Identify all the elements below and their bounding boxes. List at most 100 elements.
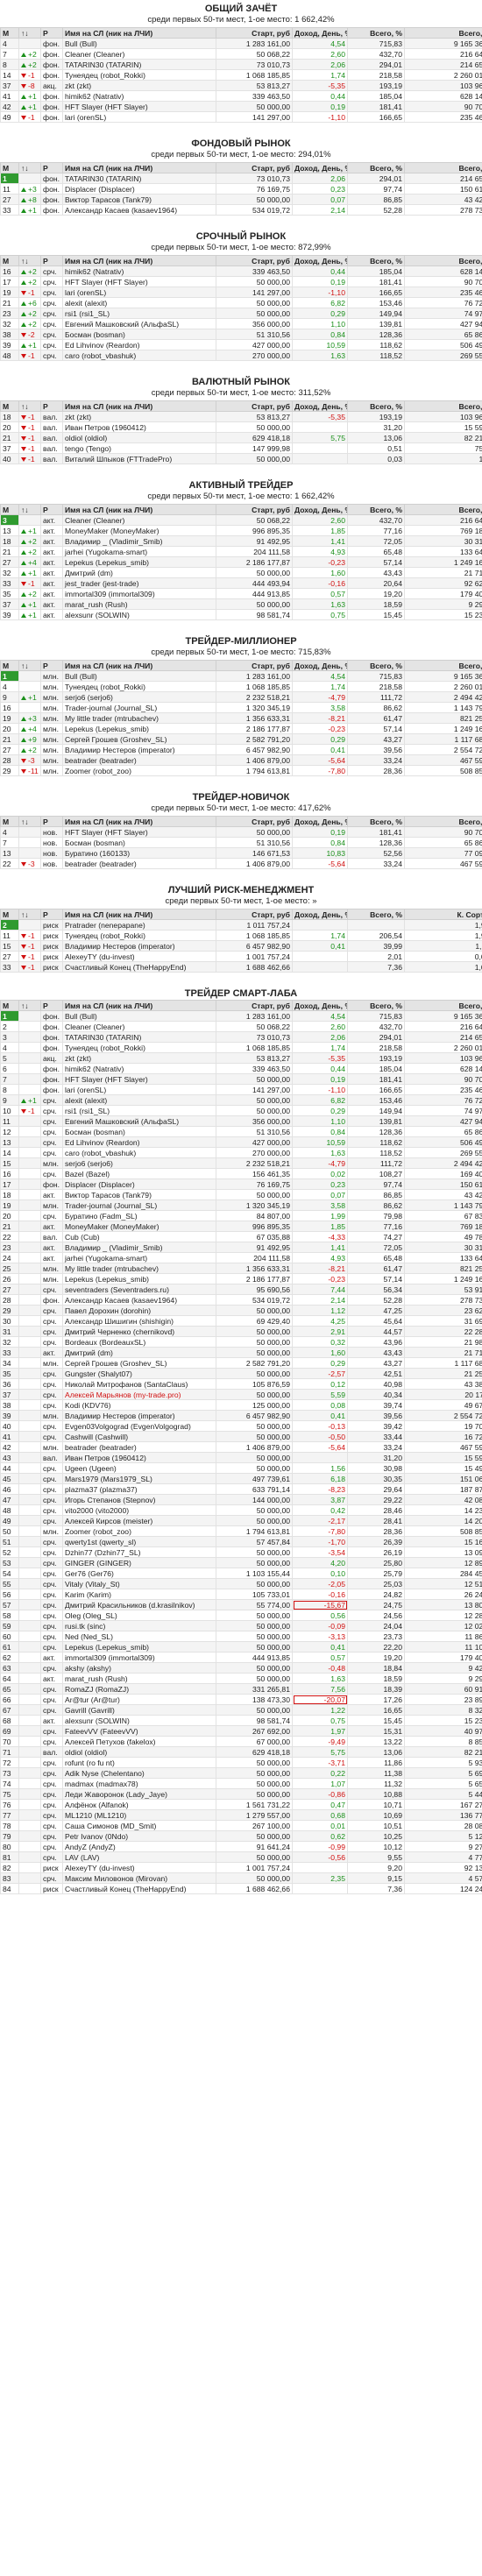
table-row[interactable]: 38 срч. Kodi (KDV76) 125 000,00 0,08 39,74 49 …	[0, 1399, 482, 1411]
cell-name[interactable]: Cleaner (Cleaner)	[62, 1021, 216, 1032]
table-row[interactable]: 16 срч. Bazel (Bazel) 156 461,35 0,02 108,27 1…	[0, 1168, 482, 1179]
table-row[interactable]: 80 срч. AndyZ (AndyZ) 91 641,24 -0,99 10,12 9 …	[0, 1841, 482, 1852]
table-row[interactable]: 35 срч. Gungster (Shalyt07) 50 000,00 -2,57 4…	[0, 1368, 482, 1379]
cell-name[interactable]: Евгений Машковский (АльфаSL)	[62, 318, 216, 329]
column-header-total-rub[interactable]: Всего, руб	[404, 816, 482, 827]
cell-name[interactable]: Сергей Грошев (Groshev_SL)	[62, 1357, 216, 1369]
cell-name[interactable]: My little trader (mtrubachev)	[62, 1263, 216, 1274]
table-row[interactable]: 14 -1 фон. Тунеядец (robot_Rokki) 1 068 185,…	[0, 69, 482, 81]
cell-name[interactable]: tengo (Tengo)	[62, 442, 216, 454]
table-row[interactable]: 32 +2 срч. Евгений Машковский (АльфаSL) 356 …	[0, 318, 482, 329]
column-header-day[interactable]: Доход, День, %	[292, 504, 348, 515]
cell-name[interactable]: Bull (Bull)	[62, 670, 216, 682]
cell-name[interactable]: Босман (bosman)	[62, 837, 216, 848]
table-row[interactable]: 58 срч. Oleg (Oleg_SL) 50 000,00 0,56 24,56 12…	[0, 1610, 482, 1621]
table-row[interactable]: 71 вал. oldiol (oldiol) 629 418,18 5,75 13,06…	[0, 1746, 482, 1758]
table-row[interactable]: 31 срч. Дмитрий Черненко (chernikovd) 50 00…	[0, 1326, 482, 1337]
table-row[interactable]: 19 -1 срч. lari (orenSL) 141 297,00 -1,10 166,…	[0, 287, 482, 298]
table-row[interactable]: 20 +4 млн. Lepekus (Lepekus_smib) 2 186 177,…	[0, 723, 482, 734]
column-header-market[interactable]: Р	[40, 1000, 63, 1011]
cell-name[interactable]: seventraders (Seventraders.ru)	[62, 1284, 216, 1295]
cell-name[interactable]: Дмитрий (dm)	[62, 1347, 216, 1358]
cell-name[interactable]: Тунеядец (robot_Rokki)	[62, 681, 216, 692]
table-row[interactable]: 43 вал. Иван Петров (1960412) 50 000,00 31,2…	[0, 1452, 482, 1463]
table-row[interactable]: 57 срч. Дмитрий Красильников (d.krasilniko…	[0, 1599, 482, 1610]
cell-name[interactable]: marat_rush (Rush)	[62, 598, 216, 610]
cell-name[interactable]: Евгений Машковский (АльфаSL)	[62, 1115, 216, 1127]
column-header-total-pct[interactable]: Всего, %	[347, 400, 405, 412]
table-row[interactable]: 33 -1 риск Счастливый Конец (TheHappyEnd) 1 …	[0, 961, 482, 973]
table-row[interactable]: 61 срч. Lepekus (Lepekus_smib) 50 000,00 0,4…	[0, 1641, 482, 1652]
table-row[interactable]: 4 фон. Тунеядец (robot_Rokki) 1 068 185,85 1…	[0, 1042, 482, 1053]
table-row[interactable]: 32 срч. Bordeaux (BordeauxSL) 50 000,00 0,32…	[0, 1336, 482, 1348]
cell-name[interactable]: Владимир _ (Vladimir_Smib)	[62, 535, 216, 547]
cell-name[interactable]: Алексей Марьянов (my-trade.pro)	[62, 1389, 216, 1400]
table-row[interactable]: 79 срч. Petr Ivanov (0Ndo) 50 000,00 0,62 10,…	[0, 1830, 482, 1842]
cell-name[interactable]: Дмитрий Красильников (d.krasilnikov)	[62, 1599, 216, 1610]
cell-name[interactable]: Oleg (Oleg_SL)	[62, 1610, 216, 1621]
column-header-name[interactable]: Имя на СЛ (ник на ЛЧИ)	[62, 400, 216, 412]
table-row[interactable]: 39 +1 акт. alexsunr (SOLWIN) 98 581,74 0,75 15…	[0, 609, 482, 620]
cell-name[interactable]: My little trader (mtrubachev)	[62, 712, 216, 724]
column-header-name[interactable]: Имя на СЛ (ник на ЛЧИ)	[62, 909, 216, 920]
column-header-change[interactable]: ↑↓	[18, 162, 41, 173]
column-header-place[interactable]: М	[0, 1000, 19, 1011]
column-header-change[interactable]: ↑↓	[18, 27, 41, 39]
column-header-market[interactable]: Р	[40, 27, 63, 39]
table-row[interactable]: 18 +2 акт. Владимир _ (Vladimir_Smib) 91 492…	[0, 535, 482, 547]
table-row[interactable]: 17 фон. Displacer (Displacer) 76 169,75 0,23…	[0, 1178, 482, 1190]
cell-name[interactable]: HFT Slayer (HFT Slayer)	[62, 1073, 216, 1085]
column-header-change[interactable]: ↑↓	[18, 1000, 41, 1011]
table-row[interactable]: 16 +2 срч. himik62 (Natrativ) 339 463,50 0,44…	[0, 265, 482, 277]
table-row[interactable]: 52 срч. Dzhin77 (Dzhin77_SL) 50 000,00 -3,54…	[0, 1546, 482, 1558]
cell-name[interactable]: Виктор Тарасов (Tank79)	[62, 194, 216, 205]
cell-name[interactable]: AlexeyTY (du-invest)	[62, 951, 216, 962]
cell-name[interactable]: RomaZJ (RomaZJ)	[62, 1683, 216, 1695]
column-header-market[interactable]: Р	[40, 909, 63, 920]
cell-name[interactable]: Дмитрий (dm)	[62, 567, 216, 578]
table-row[interactable]: 77 срч. ML1210 (ML1210) 1 279 557,00 0,68 10,…	[0, 1809, 482, 1821]
table-row[interactable]: 13 срч. Ed Lihvinov (Reardon) 427 000,00 10,…	[0, 1136, 482, 1148]
cell-name[interactable]: Cleaner (Cleaner)	[62, 514, 216, 526]
cell-name[interactable]: Cub (Cub)	[62, 1231, 216, 1242]
table-row[interactable]: 10 -1 срч. rsi1 (rsi1_SL) 50 000,00 0,29 149,9…	[0, 1105, 482, 1116]
table-row[interactable]: 62 акт. immortal309 (immortal309) 444 913,8…	[0, 1652, 482, 1663]
table-row[interactable]: 28 фон. Александр Касаев (kasaev1964) 534 0…	[0, 1294, 482, 1306]
cell-name[interactable]: qwerty1st (qwerty_sl)	[62, 1536, 216, 1547]
cell-name[interactable]: Тунеядец (robot_Rokki)	[62, 69, 216, 81]
table-row[interactable]: 19 +3 млн. My little trader (mtrubachev) 1 3…	[0, 712, 482, 724]
cell-name[interactable]: beatrader (beatrader)	[62, 754, 216, 766]
table-row[interactable]: 5 акц.zkt (zkt)53 813,27-5,35193,19103 96…	[0, 1052, 482, 1064]
table-row[interactable]: 21 акт. MoneyMaker (MoneyMaker) 996 895,35 1…	[0, 1221, 482, 1232]
cell-name[interactable]: TATARIN30 (TATARIN)	[62, 59, 216, 70]
cell-name[interactable]: Bordeaux (BordeauxSL)	[62, 1336, 216, 1348]
cell-name[interactable]: Алфёнок (Alfanok)	[62, 1799, 216, 1810]
table-row[interactable]: 41 +1 фон. himik62 (Natrativ) 339 463,50 0,44…	[0, 90, 482, 102]
cell-name[interactable]: Lepekus (Lepekus_smib)	[62, 556, 216, 568]
column-header-change[interactable]: ↑↓	[18, 400, 41, 412]
column-header-day[interactable]: Доход, День, %	[292, 400, 348, 412]
cell-name[interactable]: Иван Петров (1960412)	[62, 1452, 216, 1463]
table-row[interactable]: 67 срч. Gavrill (Gavrill) 50 000,00 1,22 16,6…	[0, 1704, 482, 1716]
column-header-name[interactable]: Имя на СЛ (ник на ЛЧИ)	[62, 27, 216, 39]
column-header-start[interactable]: Старт, руб	[216, 255, 293, 266]
cell-name[interactable]: Ugeen (Ugeen)	[62, 1462, 216, 1474]
cell-name[interactable]: jest_trader (jest-trade)	[62, 577, 216, 589]
cell-name[interactable]: Владимир Нестеров (imperator)	[62, 744, 216, 755]
cell-name[interactable]: Lepekus (Lepekus_smib)	[62, 723, 216, 734]
cell-name[interactable]: Ar@tur (Ar@tur)	[62, 1694, 216, 1705]
cell-name[interactable]: Displacer (Displacer)	[62, 183, 216, 195]
column-header-name[interactable]: Имя на СЛ (ник на ЛЧИ)	[62, 816, 216, 827]
table-row[interactable]: 28 -3 млн. beatrader (beatrader) 1 406 879,0…	[0, 754, 482, 766]
table-row[interactable]: 82 риск AlexeyTY (du-invest) 1 001 757,24 9,…	[0, 1862, 482, 1873]
column-header-name[interactable]: Имя на СЛ (ник на ЛЧИ)	[62, 1000, 216, 1011]
table-row[interactable]: 63 срч. akshy (akshy) 50 000,00 -0,48 18,84 9 …	[0, 1662, 482, 1674]
cell-name[interactable]: immortal309 (immortal309)	[62, 588, 216, 599]
cell-name[interactable]: Bull (Bull)	[62, 38, 216, 49]
table-row[interactable]: 60 срч. Ned (Ned_SL) 50 000,00 -3,13 23,73 11 …	[0, 1631, 482, 1642]
cell-name[interactable]: Счастливый Конец (TheHappyEnd)	[62, 961, 216, 973]
column-header-total-rub[interactable]: Всего, руб	[404, 1000, 482, 1011]
table-row[interactable]: 68 акт. alexsunr (SOLWIN) 98 581,74 0,75 15,4…	[0, 1715, 482, 1726]
cell-name[interactable]: Леди Жаворонок (Lady_Jaye)	[62, 1788, 216, 1800]
table-row[interactable]: 7 фон. HFT Slayer (HFT Slayer) 50 000,00 0,1…	[0, 1073, 482, 1085]
